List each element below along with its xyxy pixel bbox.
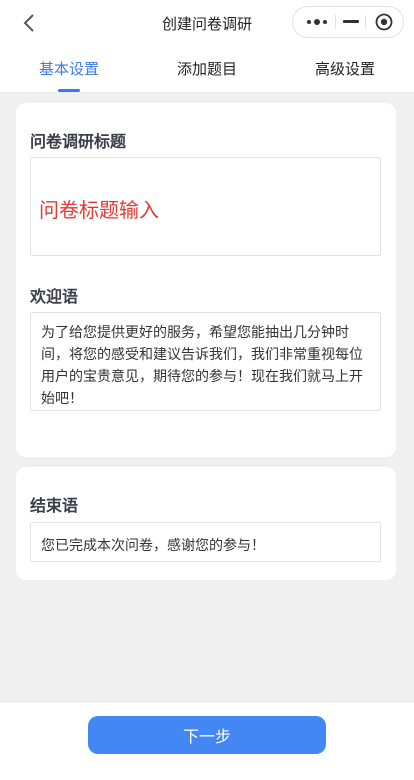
target-close-icon[interactable] (367, 7, 401, 37)
footer-bar: 下一步 (0, 703, 414, 780)
end-label: 结束语 (30, 496, 79, 515)
title-input-text: 问卷标题输入 (39, 198, 159, 222)
end-input[interactable]: 您已完成本次问卷，感谢您的参与！ (30, 522, 381, 562)
tab-add-questions[interactable]: 添加题目 (157, 58, 257, 79)
welcome-textarea[interactable]: 为了给您提供更好的服务，希望您能抽出几分钟时间，将您的感受和建议告诉我们，我们非… (30, 312, 381, 411)
active-tab-indicator (58, 89, 80, 92)
minimize-icon[interactable] (337, 7, 365, 37)
basic-info-card: 问卷调研标题 问卷标题输入 欢迎语 为了给您提供更好的服务，希望您能抽出几分钟时… (16, 103, 396, 457)
tab-bar: 基本设置 添加题目 高级设置 (0, 44, 414, 93)
more-dots-icon[interactable] (299, 7, 335, 37)
ending-card: 结束语 您已完成本次问卷，感谢您的参与！ (16, 467, 396, 580)
end-text: 您已完成本次问卷，感谢您的参与！ (41, 538, 265, 554)
navigation-bar: 创建问卷调研 (0, 0, 414, 44)
tab-basic-settings[interactable]: 基本设置 (19, 58, 119, 79)
welcome-text: 为了给您提供更好的服务，希望您能抽出几分钟时间，将您的感受和建议告诉我们，我们非… (41, 325, 363, 407)
title-label: 问卷调研标题 (30, 132, 127, 151)
capsule-divider (365, 15, 366, 29)
next-step-button[interactable]: 下一步 (88, 716, 326, 754)
tab-advanced-settings[interactable]: 高级设置 (295, 58, 395, 79)
welcome-label: 欢迎语 (30, 287, 79, 306)
mini-program-capsule (292, 6, 404, 38)
capsule-divider (335, 15, 336, 29)
title-input[interactable]: 问卷标题输入 (30, 157, 381, 256)
